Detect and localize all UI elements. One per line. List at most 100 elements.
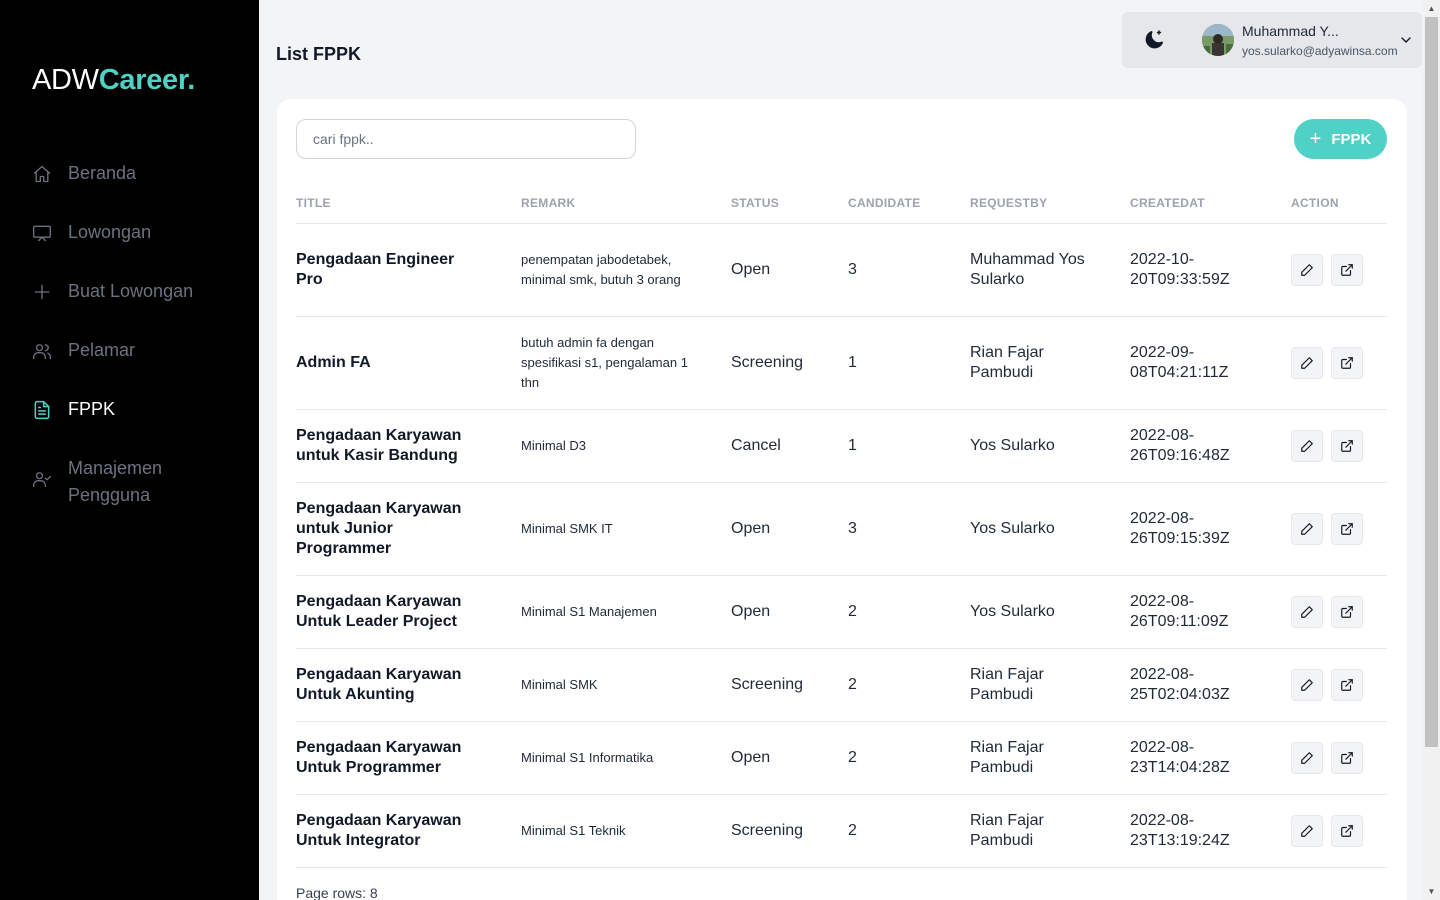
cell-requestby: Rian Fajar Pambudi — [970, 794, 1130, 868]
cell-candidate: 1 — [848, 409, 970, 483]
cell-title: Pengadaan Engineer Pro — [296, 223, 521, 317]
sidebar-item-fppk[interactable]: FPPK — [0, 387, 259, 446]
cell-remark: Minimal SMK — [521, 648, 731, 722]
table-row: Pengadaan Karyawan Untuk Programmer Mini… — [296, 721, 1387, 795]
cell-status: Screening — [731, 316, 848, 410]
cell-createdat: 2022-08-26T09:15:39Z — [1130, 482, 1291, 576]
external-link-icon — [1341, 824, 1353, 837]
cell-remark: Minimal S1 Informatika — [521, 721, 731, 795]
cell-candidate: 3 — [848, 482, 970, 576]
cell-createdat: 2022-08-25T02:04:03Z — [1130, 648, 1291, 722]
cell-candidate: 3 — [848, 223, 970, 317]
page-scrollbar[interactable]: ▲ ▼ — [1423, 0, 1440, 900]
sidebar-item-label: Manajemen Pengguna — [68, 458, 163, 505]
pencil-icon — [1301, 263, 1313, 276]
edit-button[interactable] — [1291, 253, 1323, 286]
sidebar-item-manajemen-pengguna[interactable]: Manajemen Pengguna — [0, 446, 259, 526]
cell-remark: penempatan jabodetabek, minimal smk, but… — [521, 223, 731, 317]
open-detail-button[interactable] — [1331, 668, 1363, 701]
pencil-icon — [1301, 751, 1313, 764]
monitor-icon — [33, 225, 51, 242]
edit-button[interactable] — [1291, 741, 1323, 774]
cell-createdat: 2022-08-26T09:11:09Z — [1130, 575, 1291, 649]
table-row: Pengadaan Karyawan untuk Kasir Bandung M… — [296, 409, 1387, 483]
column-header-status[interactable]: STATUS — [731, 185, 848, 224]
cell-requestby: Muhammad Yos Sularko — [970, 223, 1130, 317]
plus-icon: + — [1309, 128, 1322, 150]
cell-title: Pengadaan Karyawan Untuk Leader Project — [296, 575, 521, 649]
edit-button[interactable] — [1291, 668, 1323, 701]
fppk-table: TITLE REMARK STATUS CANDIDATE REQUESTBY … — [296, 185, 1387, 868]
open-detail-button[interactable] — [1331, 512, 1363, 545]
cell-candidate: 2 — [848, 721, 970, 795]
column-header-remark[interactable]: REMARK — [521, 185, 731, 224]
sidebar-item-buat-lowongan[interactable]: Buat Lowongan — [0, 269, 259, 328]
cell-createdat: 2022-10-20T09:33:59Z — [1130, 223, 1291, 317]
cell-remark: butuh admin fa dengan spesifikasi s1, pe… — [521, 316, 731, 410]
cell-status: Open — [731, 721, 848, 795]
edit-button[interactable] — [1291, 429, 1323, 462]
edit-button[interactable] — [1291, 814, 1323, 847]
external-link-icon — [1341, 522, 1353, 535]
column-header-createdat[interactable]: CREATEDAT — [1130, 185, 1291, 224]
cell-title: Pengadaan Karyawan untuk Junior Programm… — [296, 482, 521, 576]
search-input[interactable] — [296, 119, 636, 159]
open-detail-button[interactable] — [1331, 346, 1363, 379]
external-link-icon — [1341, 439, 1353, 452]
cell-action — [1291, 721, 1387, 795]
column-header-candidate[interactable]: CANDIDATE — [848, 185, 970, 224]
user-menu[interactable]: Muhammad Y... yos.sularko@adyawinsa.com — [1122, 12, 1422, 68]
table-row: Pengadaan Engineer Pro penempatan jabode… — [296, 223, 1387, 317]
moon-icon[interactable] — [1142, 28, 1166, 52]
add-fppk-button[interactable]: + FPPK — [1294, 119, 1387, 159]
cell-requestby: Yos Sularko — [970, 575, 1130, 649]
column-header-requestby[interactable]: REQUESTBY — [970, 185, 1130, 224]
edit-button[interactable] — [1291, 512, 1323, 545]
open-detail-button[interactable] — [1331, 595, 1363, 628]
pencil-icon — [1301, 678, 1313, 691]
chevron-down-icon[interactable] — [1398, 32, 1414, 48]
users-icon — [33, 344, 51, 360]
sidebar-item-lowongan[interactable]: Lowongan — [0, 210, 259, 269]
cell-createdat: 2022-08-26T09:16:48Z — [1130, 409, 1291, 483]
cell-action — [1291, 316, 1387, 410]
cell-title: Admin FA — [296, 316, 521, 410]
pencil-icon — [1301, 522, 1313, 535]
external-link-icon — [1341, 678, 1353, 691]
sidebar-nav: Beranda Lowongan Buat Lowongan Pelamar F… — [0, 151, 259, 526]
pencil-icon — [1301, 605, 1313, 618]
user-check-icon — [33, 472, 51, 488]
cell-requestby: Rian Fajar Pambudi — [970, 316, 1130, 410]
cell-action — [1291, 409, 1387, 483]
cell-action — [1291, 648, 1387, 722]
scrollbar-thumb[interactable] — [1425, 17, 1438, 747]
page-title: List FPPK — [276, 44, 362, 64]
fppk-card: +FPPK TITLE REMARK STATUS CANDIDATE REQU… — [277, 99, 1407, 900]
open-detail-button[interactable] — [1331, 741, 1363, 774]
cell-createdat: 2022-08-23T13:19:24Z — [1130, 794, 1291, 868]
column-header-title[interactable]: TITLE — [296, 185, 521, 224]
sidebar: ADWCareer. Beranda Lowongan Buat Lowonga… — [0, 0, 259, 900]
open-detail-button[interactable] — [1331, 429, 1363, 462]
cell-requestby: Rian Fajar Pambudi — [970, 721, 1130, 795]
scroll-up-arrow-icon[interactable]: ▲ — [1423, 0, 1440, 17]
scroll-down-arrow-icon[interactable]: ▼ — [1423, 883, 1440, 900]
cell-status: Open — [731, 223, 848, 317]
external-link-icon — [1341, 263, 1353, 276]
edit-button[interactable] — [1291, 346, 1323, 379]
column-header-action: ACTION — [1291, 185, 1387, 224]
brand-logo[interactable]: ADWCareer. — [32, 64, 195, 97]
cell-candidate: 1 — [848, 316, 970, 410]
sidebar-item-pelamar[interactable]: Pelamar — [0, 328, 259, 387]
external-link-icon — [1341, 356, 1353, 369]
home-icon — [33, 165, 51, 183]
open-detail-button[interactable] — [1331, 253, 1363, 286]
page-rows-label: Page rows: 8 — [296, 885, 378, 900]
table-row: Admin FA butuh admin fa dengan spesifika… — [296, 316, 1387, 410]
table-row: Pengadaan Karyawan untuk Junior Programm… — [296, 482, 1387, 576]
cell-title: Pengadaan Karyawan Untuk Integrator — [296, 794, 521, 868]
sidebar-item-label: Buat Lowongan — [68, 281, 194, 301]
open-detail-button[interactable] — [1331, 814, 1363, 847]
sidebar-item-beranda[interactable]: Beranda — [0, 151, 259, 210]
edit-button[interactable] — [1291, 595, 1323, 628]
